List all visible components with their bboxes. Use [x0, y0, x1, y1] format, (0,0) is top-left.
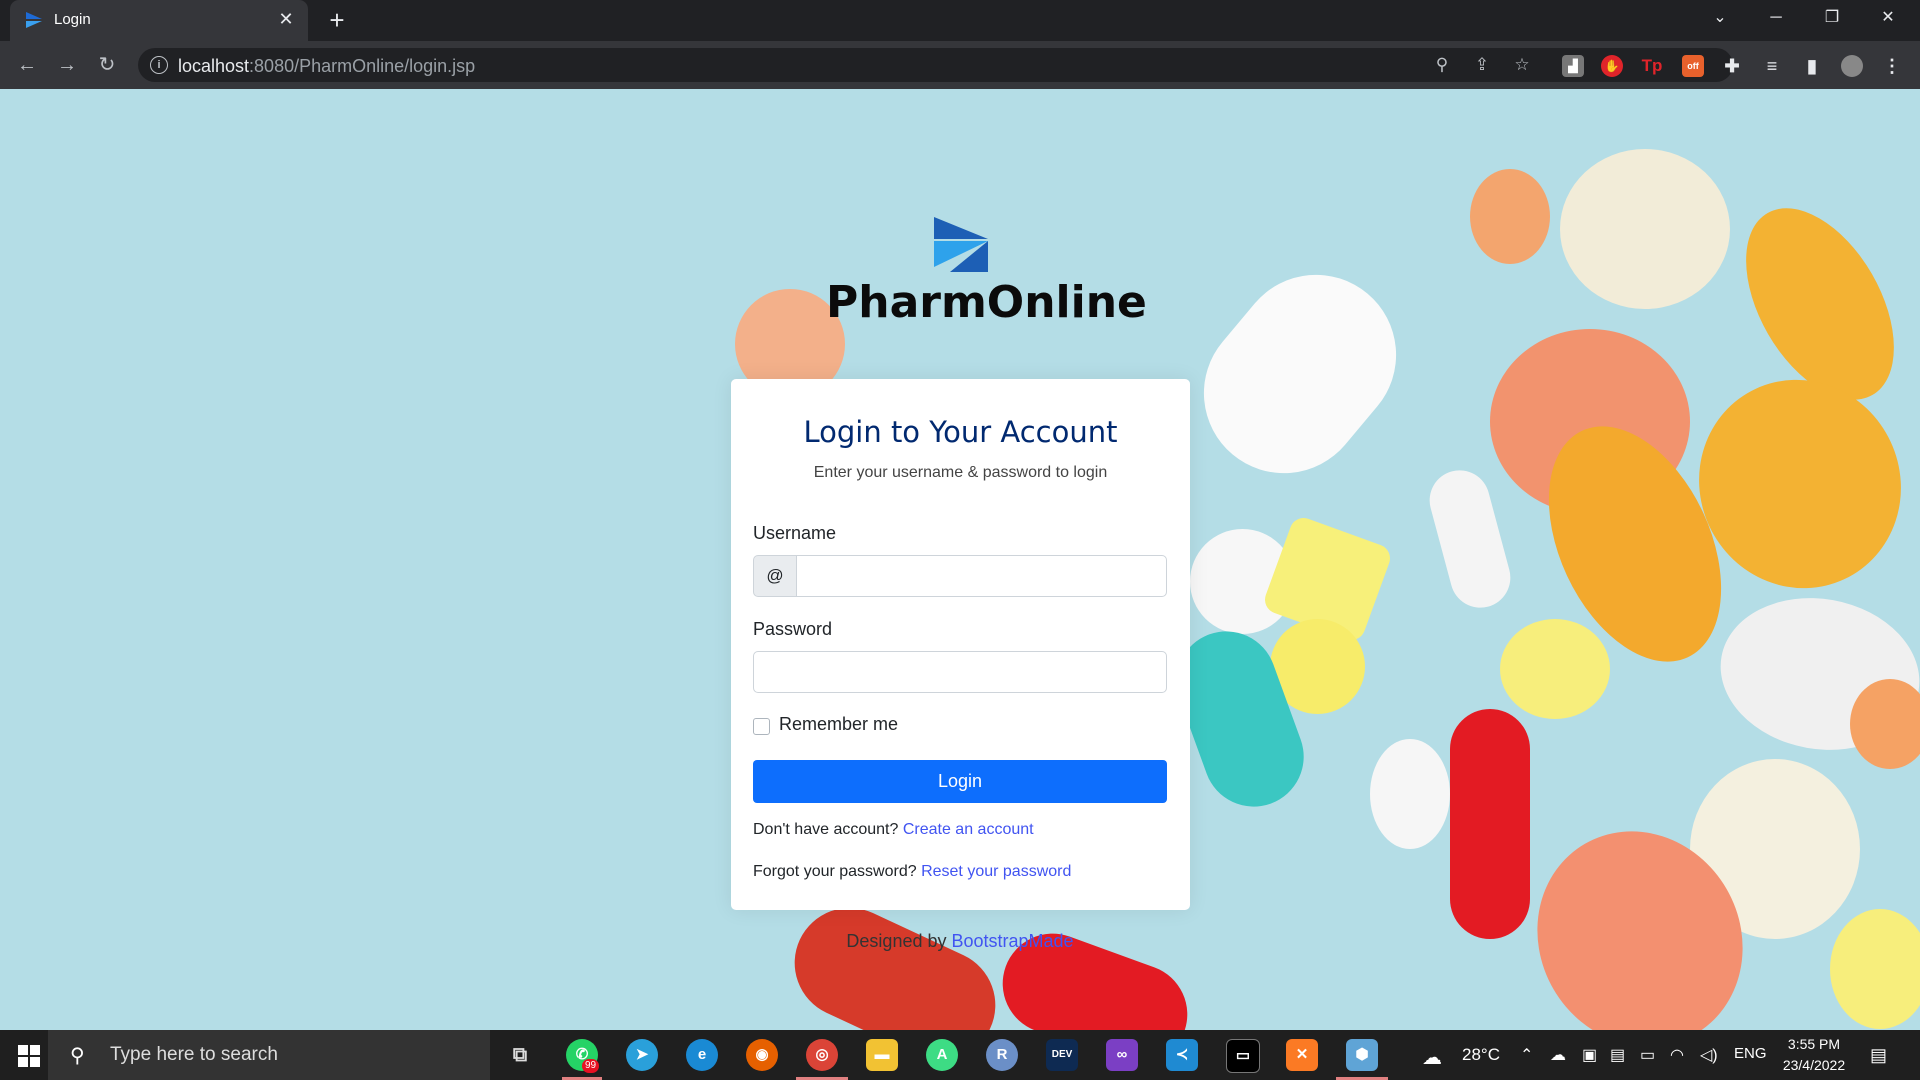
r-icon[interactable]: R	[986, 1039, 1018, 1071]
firefox-icon[interactable]: ◉	[746, 1039, 778, 1071]
telegram-icon[interactable]: ➤	[626, 1039, 658, 1071]
tray-security-icon[interactable]: ▤	[1610, 1045, 1625, 1065]
login-title: Login to Your Account	[803, 415, 1118, 449]
windows-start-icon[interactable]	[18, 1045, 40, 1067]
virtualbox-icon[interactable]: ⬢	[1346, 1039, 1378, 1071]
signup-prompt: Don't have account? Create an account	[753, 821, 1034, 838]
chrome-menu-icon[interactable]: ⋮	[1881, 55, 1903, 77]
profile-avatar[interactable]	[1841, 55, 1863, 77]
password-input[interactable]	[753, 651, 1167, 693]
forward-icon[interactable]: →	[53, 51, 81, 79]
extension-adblock-icon[interactable]: ✋	[1601, 55, 1623, 77]
brand-name: PharmOnline	[826, 277, 1147, 328]
reload-icon[interactable]: ↻	[93, 51, 121, 79]
url-text[interactable]: localhost:8080/PharmOnline/login.jsp	[178, 56, 475, 77]
chrome-icon[interactable]: ◎	[806, 1039, 838, 1071]
password-label: Password	[753, 619, 833, 639]
devcpp-icon[interactable]: DEV	[1046, 1039, 1078, 1071]
tab-search-icon[interactable]: ⌄	[1692, 0, 1748, 36]
show-hidden-icons-icon[interactable]: ⌃	[1520, 1045, 1533, 1065]
pharmonline-favicon-icon	[26, 12, 42, 28]
wifi-icon[interactable]: ◠	[1670, 1045, 1684, 1065]
notifications-icon[interactable]: ▤	[1870, 1045, 1887, 1066]
remember-label[interactable]: Remember me	[779, 714, 898, 735]
login-card: Login to Your Account Enter your usernam…	[731, 379, 1190, 910]
forgot-prompt: Forgot your password? Reset your passwor…	[753, 863, 1072, 880]
bookmark-star-icon[interactable]: ☆	[1511, 54, 1533, 76]
close-window-icon[interactable]: ✕	[1860, 0, 1916, 36]
extension-tp-icon[interactable]: Tp	[1641, 55, 1663, 77]
remember-checkbox[interactable]	[753, 718, 770, 735]
extension-off-icon[interactable]: off	[1682, 55, 1704, 77]
create-account-link[interactable]: Create an account	[903, 821, 1034, 838]
minimize-icon[interactable]: ─	[1748, 0, 1804, 36]
username-input[interactable]	[796, 555, 1167, 597]
taskbar-search-box[interactable]: ⚲ Type here to search	[48, 1030, 490, 1080]
extensions-puzzle-icon[interactable]: ✚	[1721, 55, 1743, 77]
task-view-icon[interactable]: ⧉	[504, 1039, 536, 1071]
language-indicator[interactable]: ENG	[1734, 1045, 1767, 1062]
tab-title: Login	[54, 11, 91, 28]
browser-toolbar: ← → ↻ i localhost:8080/PharmOnline/login…	[0, 41, 1920, 89]
share-icon[interactable]: ⇪	[1471, 54, 1493, 76]
clock-time: 3:55 PM	[1787, 1036, 1841, 1052]
password-input-group	[753, 651, 1167, 693]
tab-close-icon[interactable]: ✕	[274, 7, 298, 31]
pharmonline-logo-icon	[934, 217, 988, 272]
volume-icon[interactable]: ◁)	[1700, 1045, 1718, 1065]
login-button[interactable]: Login	[753, 760, 1167, 803]
username-input-group: @	[753, 555, 1167, 597]
address-bar[interactable]: i localhost:8080/PharmOnline/login.jsp ⚲…	[138, 48, 1733, 82]
credits: Designed by BootstrapMade	[846, 931, 1074, 951]
xampp-icon[interactable]: ✕	[1286, 1039, 1318, 1071]
tray-app-icon[interactable]: ▣	[1582, 1045, 1597, 1065]
onedrive-icon[interactable]: ☁	[1550, 1045, 1566, 1065]
clock-date: 23/4/2022	[1782, 1057, 1846, 1073]
side-panel-icon[interactable]: ▮	[1801, 55, 1823, 77]
search-icon: ⚲	[70, 1045, 85, 1067]
weather-icon[interactable]: ☁	[1422, 1045, 1442, 1070]
edge-icon[interactable]: e	[686, 1039, 718, 1071]
restore-icon[interactable]: ❐	[1804, 0, 1860, 36]
search-placeholder: Type here to search	[110, 1044, 278, 1065]
browser-tab[interactable]: Login ✕	[10, 0, 308, 41]
terminal-icon[interactable]: ▭	[1226, 1039, 1260, 1073]
weather-temperature[interactable]: 28°C	[1462, 1045, 1500, 1065]
whatsapp-badge: 99	[582, 1059, 600, 1073]
clock[interactable]: 3:55 PM 23/4/2022	[1774, 1034, 1854, 1076]
reset-password-link[interactable]: Reset your password	[921, 863, 1071, 880]
file-explorer-icon[interactable]: ▬	[866, 1039, 898, 1071]
vscode-icon[interactable]: ≺	[1166, 1039, 1198, 1071]
android-studio-icon[interactable]: A	[926, 1039, 958, 1071]
username-label: Username	[753, 523, 837, 543]
media-control-icon[interactable]: ≡	[1761, 55, 1783, 77]
battery-icon[interactable]: ▭	[1640, 1045, 1655, 1065]
at-prefix: @	[753, 555, 797, 597]
extension-pdf-icon[interactable]: ▟	[1562, 55, 1584, 77]
browser-tab-bar: Login ✕ + ⌄ ─ ❐ ✕	[0, 0, 1920, 41]
brand-logo[interactable]: PharmOnline	[826, 217, 1147, 332]
site-info-icon[interactable]: i	[150, 56, 168, 74]
visual-studio-icon[interactable]: ∞	[1106, 1039, 1138, 1071]
back-icon[interactable]: ←	[13, 51, 41, 79]
login-page: PharmOnline Login to Your Account Enter …	[0, 89, 1920, 1030]
login-subtitle: Enter your username & password to login	[813, 464, 1108, 481]
bootstrapmade-link[interactable]: BootstrapMade	[952, 931, 1074, 951]
zoom-icon[interactable]: ⚲	[1431, 54, 1453, 76]
new-tab-icon[interactable]: +	[322, 6, 352, 36]
windows-taskbar: ⚲ Type here to search ⧉ ✆ 99 ➤ e ◉ ◎ ▬ A…	[0, 1030, 1920, 1080]
